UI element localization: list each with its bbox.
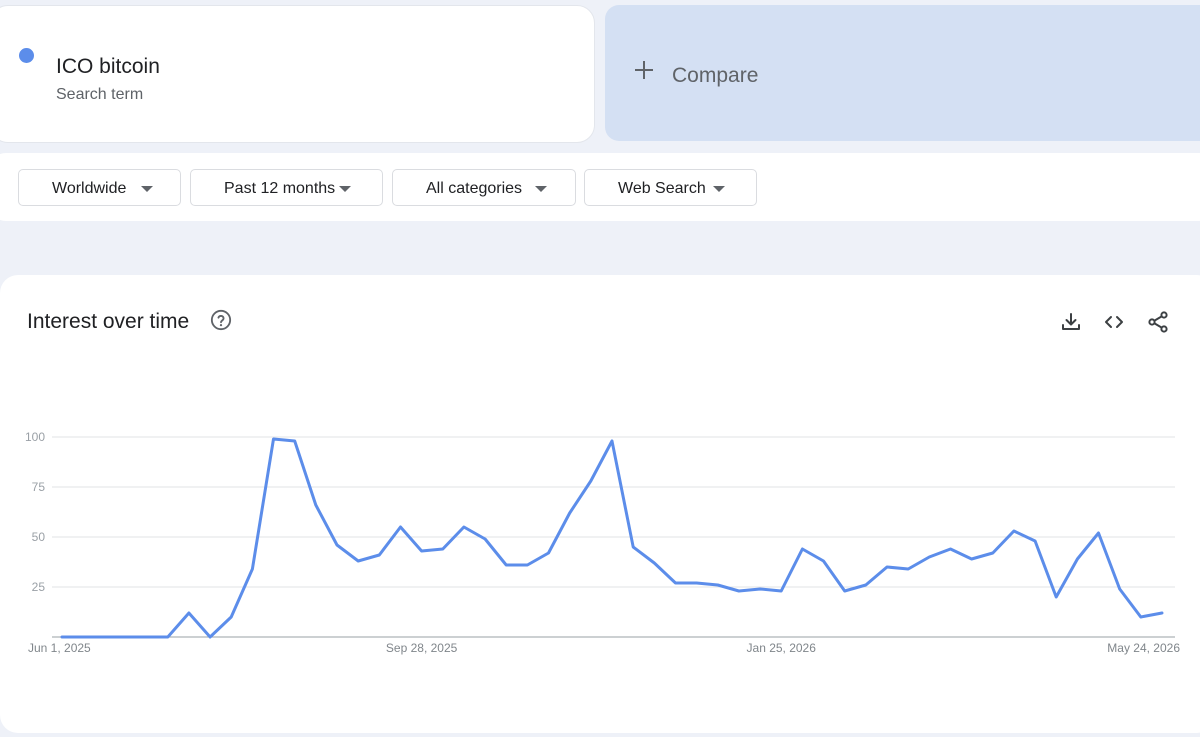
plus-icon (633, 59, 655, 81)
x-tick-label: Sep 28, 2025 (386, 641, 458, 655)
search-type-filter-label: Web Search (618, 180, 706, 197)
time-range-filter-label: Past 12 months (224, 180, 336, 197)
search-term-card[interactable]: ICO bitcoin Search term (0, 5, 595, 143)
region-filter[interactable]: Worldwide (18, 169, 181, 206)
series-line (60, 437, 1164, 639)
compare-label: Compare (672, 64, 759, 87)
x-tick-label: Jun 1, 2025 (28, 641, 91, 655)
chevron-down-icon (713, 186, 725, 192)
region-filter-label: Worldwide (52, 180, 127, 197)
compare-button[interactable]: Compare (605, 5, 1200, 141)
series-color-dot (19, 48, 34, 63)
y-tick-label: 50 (32, 530, 46, 544)
chevron-down-icon (141, 186, 153, 192)
interest-line-chart: 25 50 75 100 Jun 1, 2025 Sep 28, 2025 Jan 25, … (25, 430, 1180, 655)
chevron-down-icon (535, 186, 547, 192)
category-filter-label: All categories (426, 180, 523, 197)
time-range-filter[interactable]: Past 12 months (190, 169, 383, 206)
x-tick-label: Jan 25, 2026 (747, 641, 817, 655)
interest-over-time-panel: Interest over time 25 50 75 100 Jun 1, 2025 S… (0, 275, 1200, 733)
chevron-down-icon (339, 186, 351, 192)
y-tick-label: 100 (25, 430, 45, 444)
y-tick-label: 25 (32, 580, 46, 594)
filter-bar: Worldwide Past 12 months All categories … (0, 153, 1200, 221)
search-type-filter[interactable]: Web Search (584, 169, 757, 206)
category-filter[interactable]: All categories (392, 169, 576, 206)
search-term-type: Search term (56, 86, 144, 103)
search-term-name[interactable]: ICO bitcoin (56, 55, 160, 79)
y-tick-label: 75 (32, 480, 46, 494)
x-tick-label: May 24, 2026 (1107, 641, 1180, 655)
